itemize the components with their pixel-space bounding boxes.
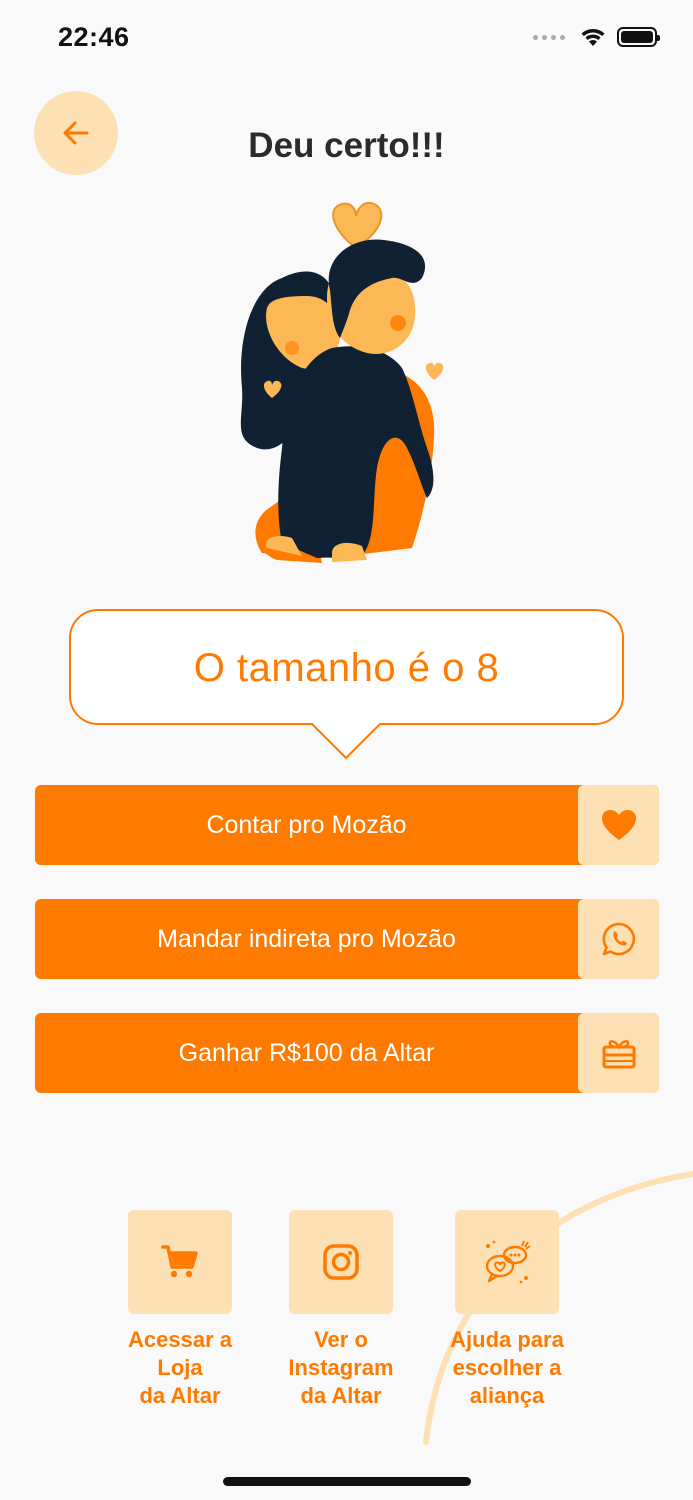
heart-icon-box [578, 785, 659, 865]
battery-icon [617, 27, 660, 47]
shortcut-help-label: Ajuda para escolher a aliança [450, 1327, 564, 1408]
shortcut-store-label: Acessar a Loja da Altar [128, 1327, 232, 1408]
cart-icon [161, 1245, 198, 1278]
status-bar: 22:46 [0, 0, 693, 80]
heart-icon [601, 810, 636, 840]
gift-icon-box [578, 1013, 659, 1093]
wifi-icon [581, 29, 605, 46]
status-icons [533, 26, 660, 48]
hint-partner-button[interactable]: Mandar indireta pro Mozão [35, 899, 659, 979]
page-title: Deu certo!!! [248, 126, 445, 165]
result-bubble: O tamanho é o 8 [68, 608, 625, 763]
earn-reward-label: Ganhar R$100 da Altar [178, 1039, 435, 1067]
shortcut-instagram-label: Ver o Instagram da Altar [288, 1327, 394, 1408]
shortcut-help[interactable]: Ajuda para escolher a aliança [432, 1210, 582, 1410]
instagram-icon [323, 1244, 359, 1280]
tell-partner-button[interactable]: Contar pro Mozão [35, 785, 659, 865]
ring-size-message: O tamanho é o 8 [193, 646, 500, 690]
tell-partner-label: Contar pro Mozão [206, 811, 407, 839]
chat-hearts-icon [485, 1240, 531, 1284]
whatsapp-icon-box [578, 899, 659, 979]
gift-icon [602, 1040, 635, 1069]
signal-icon [533, 34, 565, 40]
help-icon-box [455, 1210, 559, 1314]
status-time: 22:46 [58, 22, 130, 52]
shortcut-instagram[interactable]: Ver o Instagram da Altar [266, 1210, 416, 1410]
couple-illustration [240, 202, 444, 563]
instagram-icon-box [289, 1210, 393, 1314]
hint-partner-label: Mandar indireta pro Mozão [157, 925, 456, 953]
earn-reward-button[interactable]: Ganhar R$100 da Altar [35, 1013, 659, 1093]
shortcut-store[interactable]: Acessar a Loja da Altar [105, 1210, 255, 1410]
whatsapp-icon [602, 922, 635, 956]
home-indicator[interactable] [223, 1477, 471, 1486]
store-icon-box [128, 1210, 232, 1314]
